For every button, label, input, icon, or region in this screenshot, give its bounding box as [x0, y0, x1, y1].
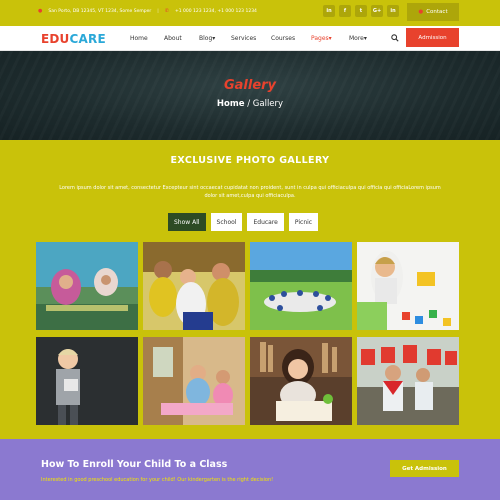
chevron-down-icon: ▾	[363, 35, 367, 42]
gallery-photo[interactable]	[250, 242, 352, 330]
get-admission-button[interactable]: Get Admission	[390, 460, 459, 477]
breadcrumb-current: Gallery	[252, 99, 284, 109]
menu-item-pages[interactable]: Pages▾	[311, 35, 332, 42]
filter-picnic[interactable]: Picnic	[288, 213, 319, 231]
menu-label-more: More	[349, 35, 364, 42]
gallery-photo[interactable]	[143, 337, 245, 425]
gallery-heading: EXCLUSIVE PHOTO GALLERY	[170, 155, 330, 166]
enroll-banner: How To Enroll Your Child To a Class Inte…	[0, 439, 500, 500]
page-title: Gallery	[223, 78, 277, 93]
location-pin-icon: ●	[418, 9, 424, 15]
gallery-filters: Show All School Educare Picnic	[168, 213, 319, 231]
menu-item-about[interactable]: About	[164, 35, 182, 42]
filter-educare[interactable]: Educare	[247, 213, 284, 231]
menu-item-courses[interactable]: Courses	[271, 35, 295, 42]
menu-item-blog[interactable]: Blog▾	[199, 35, 215, 42]
social-links: in f t G+ in	[323, 5, 399, 17]
gallery-description: Lorem ipsum dolor sit amet, consectetur …	[59, 185, 441, 199]
chevron-down-icon: ▾	[328, 35, 332, 42]
logo-part-1: EDU	[41, 32, 70, 46]
page-hero: Gallery Home / Gallery	[0, 51, 500, 140]
menu-label-blog: Blog	[199, 35, 213, 42]
breadcrumb: Home / Gallery	[0, 99, 500, 109]
filter-school[interactable]: School	[210, 213, 243, 231]
filter-show-all[interactable]: Show All	[168, 213, 206, 231]
gallery-photo[interactable]	[357, 337, 459, 425]
menu-item-services[interactable]: Services	[231, 35, 256, 42]
contact-info: ● San Porto, DB 12345, VT 1234, Some Sem…	[38, 8, 257, 14]
admission-button[interactable]: Admission	[406, 28, 459, 47]
gallery-photo[interactable]	[357, 242, 459, 330]
phone-icon: ✆	[164, 8, 169, 14]
linkedin-icon-2[interactable]: in	[387, 5, 399, 17]
gallery-photo[interactable]	[250, 337, 352, 425]
enroll-title: How To Enroll Your Child To a Class	[41, 459, 228, 470]
chevron-down-icon: ▾	[212, 35, 216, 42]
phone-text: +1 000 123 1234, +1 000 123 1234	[174, 8, 257, 14]
breadcrumb-home[interactable]: Home	[217, 99, 245, 109]
logo[interactable]: EDUCARE	[41, 32, 106, 46]
menu-item-home[interactable]: Home	[130, 35, 148, 42]
contact-label: Contact	[426, 9, 448, 15]
gallery-photo[interactable]	[36, 337, 138, 425]
twitter-icon[interactable]: t	[355, 5, 367, 17]
address-text: San Porto, DB 12345, VT 1234, Some Sempe…	[48, 8, 152, 14]
search-icon[interactable]	[391, 34, 399, 42]
linkedin-icon[interactable]: in	[323, 5, 335, 17]
breadcrumb-separator: /	[244, 99, 253, 109]
location-icon: ●	[38, 8, 43, 14]
gallery-section: EXCLUSIVE PHOTO GALLERY Lorem ipsum dolo…	[0, 140, 500, 439]
gallery-photo[interactable]	[143, 242, 245, 330]
enroll-subtitle: Interested in good preschool education f…	[41, 477, 274, 483]
facebook-icon[interactable]: f	[339, 5, 351, 17]
info-divider: |	[157, 8, 159, 14]
menu-label-pages: Pages	[311, 35, 329, 42]
logo-part-2: CARE	[69, 32, 106, 46]
gallery-grid	[36, 242, 459, 425]
menu-item-more[interactable]: More▾	[349, 35, 367, 42]
gallery-photo[interactable]	[36, 242, 138, 330]
top-bar: ● San Porto, DB 12345, VT 1234, Some Sem…	[0, 0, 500, 26]
contact-button[interactable]: ● Contact	[407, 3, 459, 21]
google-plus-icon[interactable]: G+	[371, 5, 383, 17]
